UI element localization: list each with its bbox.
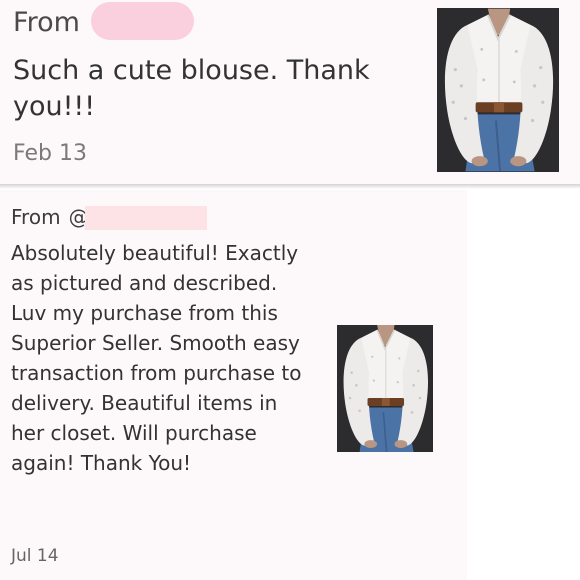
review-from-label: From @ xyxy=(11,205,89,229)
redacted-username xyxy=(85,206,207,230)
review-message: Absolutely beautiful! Exactly as picture… xyxy=(11,241,302,475)
from-label-text: From xyxy=(11,205,61,229)
redacted-username xyxy=(91,2,194,40)
listing-photo[interactable] xyxy=(437,8,559,172)
review-from-label: From xyxy=(13,7,80,38)
blouse-photo-icon xyxy=(437,8,559,172)
review-date: Feb 13 xyxy=(13,141,87,166)
review-message: Such a cute blouse. Thank you!!! xyxy=(13,55,370,122)
blouse-photo-icon xyxy=(337,325,433,452)
review-date: Jul 14 xyxy=(11,546,59,566)
listing-photo[interactable] xyxy=(337,325,433,452)
card-divider xyxy=(0,184,580,189)
